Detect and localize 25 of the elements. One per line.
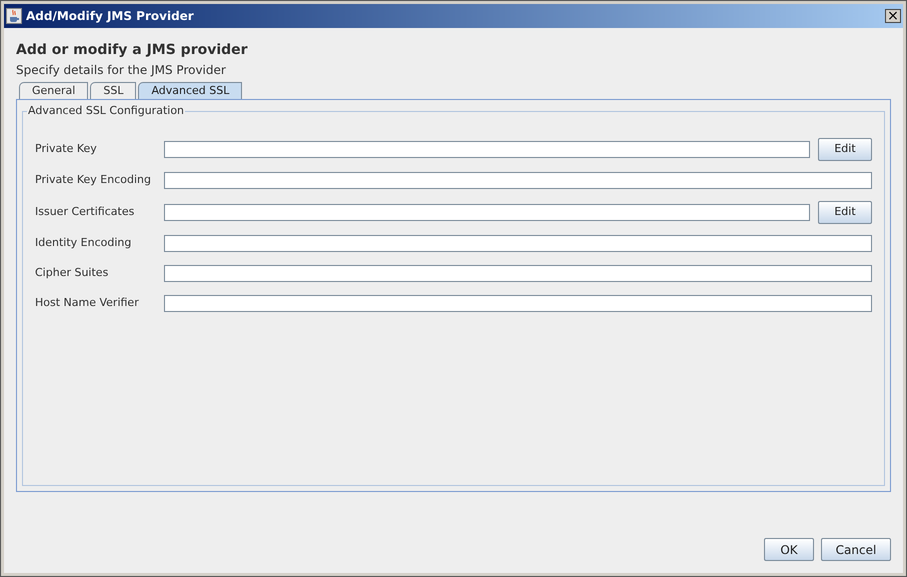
group-title: Advanced SSL Configuration (27, 104, 186, 118)
text-field[interactable] (164, 172, 872, 189)
field-label: Issuer Certificates (35, 204, 136, 220)
edit-button[interactable]: Edit (818, 200, 872, 224)
tab[interactable]: General (19, 82, 88, 99)
text-field[interactable] (164, 204, 810, 220)
text-field[interactable] (164, 235, 872, 252)
edit-button[interactable]: Edit (818, 138, 872, 160)
field-label: Private Key (35, 140, 98, 157)
close-button[interactable]: × (885, 9, 901, 23)
text-field[interactable] (164, 295, 872, 312)
field-label: Cipher Suites (35, 265, 110, 282)
dialog-heading: Add or modify a JMS provider (16, 41, 249, 59)
tab[interactable]: SSL (90, 82, 136, 99)
field-label: Private Key Encoding (35, 172, 152, 188)
cup-icon (6, 8, 22, 24)
dialog-button[interactable]: OK (764, 538, 814, 561)
tab[interactable]: Advanced SSL (138, 82, 242, 99)
dialog-subtitle: Specify details for the JMS Provider (16, 63, 227, 77)
field-label: Identity Encoding (35, 235, 132, 252)
dialog-button[interactable]: Cancel (821, 538, 891, 561)
text-field[interactable] (164, 265, 872, 282)
text-field[interactable] (164, 140, 810, 158)
window-title: Add/Modify JMS Provider (26, 8, 195, 25)
field-label: Host Name Verifier (35, 295, 140, 312)
